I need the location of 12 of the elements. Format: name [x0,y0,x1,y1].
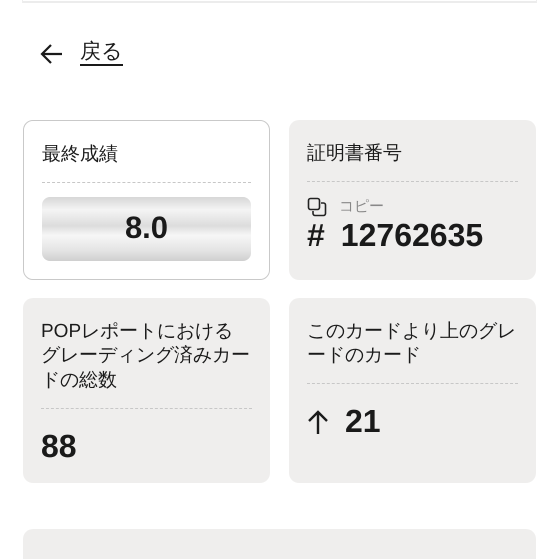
card-label: POPレポートにおけるグレーディング済みカードの総数 [41,320,251,394]
hash-sign: # [307,218,325,254]
up-arrow-icon [307,408,329,435]
grade-value: 8.0 [42,196,251,261]
card-label: このカードより上のグレードのカード [307,320,517,368]
copy-icon[interactable] [307,196,327,217]
back-link[interactable]: 戻る [80,39,123,66]
card-label: 証明書番号 [307,142,403,166]
population-count: 88 [41,428,77,464]
certificate-number: 12762635 [340,218,484,254]
card-label: 最終成績 [42,143,119,167]
higher-count: 21 [345,404,381,440]
